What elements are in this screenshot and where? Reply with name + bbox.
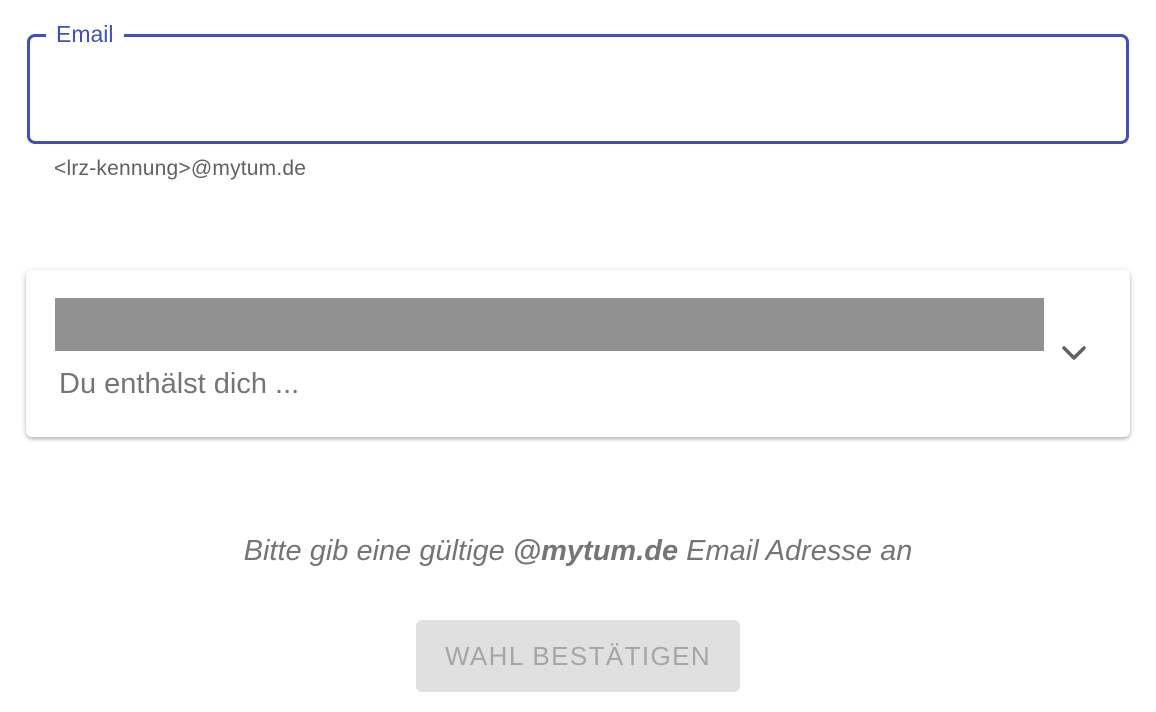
- hint-domain: @mytum.de: [512, 535, 679, 567]
- redacted-block: [55, 298, 1044, 351]
- select-placeholder: Du enthälst dich ...: [59, 368, 300, 400]
- hint-prefix: Bitte gib eine gültige: [243, 535, 513, 567]
- confirm-vote-button[interactable]: WAHL BESTÄTIGEN: [416, 620, 740, 692]
- hint-suffix: Email Adresse an: [678, 535, 913, 567]
- email-input[interactable]: [54, 67, 1094, 111]
- email-field[interactable]: Email: [27, 19, 1129, 144]
- vote-form: Email <lrz-kennung>@mytum.de Du enthälst…: [0, 0, 1156, 712]
- chevron-down-icon[interactable]: [1060, 342, 1088, 364]
- email-hint: Bitte gib eine gültige @mytum.de Email A…: [0, 535, 1156, 568]
- abstain-select[interactable]: Du enthälst dich ...: [26, 270, 1130, 437]
- email-label-container: Email: [46, 19, 124, 53]
- email-helper-text: <lrz-kennung>@mytum.de: [54, 157, 307, 180]
- email-label: Email: [56, 21, 114, 47]
